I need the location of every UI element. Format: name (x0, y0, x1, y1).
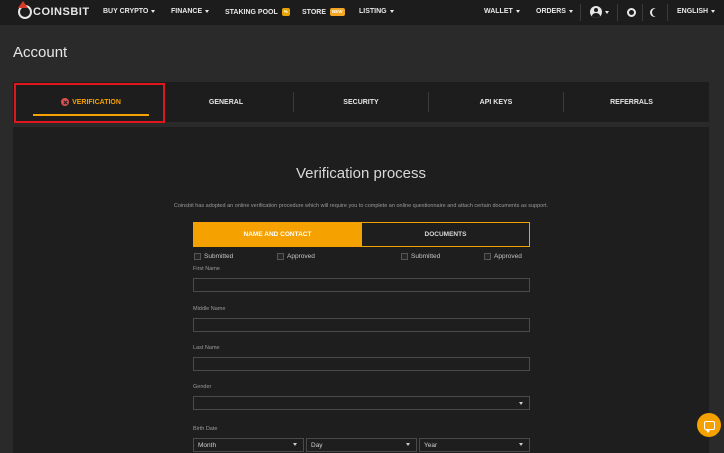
verification-panel: Verification process Coinsbit has adopte… (13, 127, 709, 453)
birth-year-value: Year (424, 441, 438, 449)
birth-date-label: Birth Date (193, 426, 218, 432)
logo[interactable]: COINSBIT (18, 1, 90, 19)
gender-select[interactable] (193, 396, 530, 410)
page-title: Account (13, 44, 68, 61)
highlight-box (14, 83, 165, 123)
first-name-input[interactable] (193, 278, 530, 292)
language-selector[interactable]: ENGLISH (677, 8, 716, 15)
birth-day-select[interactable]: Day (306, 438, 417, 452)
theme-toggle[interactable] (650, 8, 659, 17)
checkbox (484, 253, 491, 260)
nav-finance[interactable]: FINANCE (171, 8, 210, 15)
nav-listing[interactable]: LISTING (359, 8, 394, 15)
new-badge: NEW (330, 8, 345, 16)
chat-icon (703, 420, 715, 433)
chevron-down-icon (406, 443, 410, 446)
chevron-down-icon (519, 443, 523, 446)
tab-referrals-label: REFERRALS (610, 98, 653, 106)
status-label: Submitted (411, 253, 441, 260)
chat-button[interactable] (697, 413, 721, 437)
nav-staking-pool-label: STAKING POOL (225, 8, 278, 16)
chevron-down-icon (711, 10, 716, 13)
tab-api-keys-label: API KEYS (479, 98, 513, 106)
staking-badge: % (281, 8, 290, 16)
divider (642, 4, 643, 21)
birth-month-value: Month (198, 441, 217, 449)
status-submitted-1: Submitted (194, 253, 233, 260)
section-description: Coinsbit has adopted an online verificat… (173, 203, 549, 209)
last-name-label: Last Name (193, 345, 220, 351)
status-label: Approved (494, 253, 522, 260)
gender-label: Gender (193, 384, 212, 390)
user-menu[interactable] (590, 6, 609, 18)
verification-steps: NAME AND CONTACT DOCUMENTS (193, 222, 530, 247)
nav-buy-crypto-label: BUY CRYPTO (103, 8, 149, 15)
nav-listing-label: LISTING (359, 8, 387, 15)
chevron-down-icon (205, 10, 210, 13)
chevron-down-icon (151, 10, 156, 13)
tab-security[interactable]: SECURITY (294, 82, 428, 122)
user-icon (590, 6, 602, 18)
top-navigation: COINSBIT BUY CRYPTO FINANCE STAKING POOL… (0, 0, 724, 25)
nav-wallet-label: WALLET (484, 8, 513, 15)
chevron-down-icon (568, 10, 573, 13)
chevron-down-icon (519, 402, 523, 405)
chevron-down-icon (605, 10, 609, 14)
nav-orders[interactable]: ORDERS (536, 8, 573, 15)
nav-buy-crypto[interactable]: BUY CRYPTO (103, 8, 156, 15)
status-label: Approved (287, 253, 315, 260)
language-label: ENGLISH (677, 8, 709, 15)
birth-month-select[interactable]: Month (193, 438, 304, 452)
status-approved-1: Approved (277, 253, 315, 260)
nav-wallet[interactable]: WALLET (484, 8, 520, 15)
chevron-down-icon (515, 10, 520, 13)
tab-api-keys[interactable]: API KEYS (429, 82, 563, 122)
middle-name-label: Middle Name (193, 306, 226, 312)
last-name-input[interactable] (193, 357, 530, 371)
divider (580, 4, 581, 21)
checkbox (277, 253, 284, 260)
birth-year-select[interactable]: Year (419, 438, 530, 452)
section-title: Verification process (295, 165, 427, 182)
first-name-label: First Name (193, 266, 220, 272)
tab-general[interactable]: GENERAL (159, 82, 293, 122)
gear-icon (627, 8, 636, 17)
nav-store-label: STORE (302, 8, 326, 16)
nav-finance-label: FINANCE (171, 8, 203, 15)
checkbox (401, 253, 408, 260)
chevron-down-icon (389, 10, 394, 13)
status-submitted-2: Submitted (401, 253, 440, 260)
settings-button[interactable] (627, 8, 636, 17)
divider (667, 4, 668, 21)
tab-referrals[interactable]: REFERRALS (564, 82, 699, 122)
moon-icon (652, 8, 661, 17)
nav-store[interactable]: STORE NEW (302, 8, 345, 16)
chevron-down-icon (293, 443, 297, 446)
checkbox (194, 253, 201, 260)
logo-text: COINSBIT (33, 6, 90, 18)
tab-security-label: SECURITY (343, 98, 379, 106)
middle-name-input[interactable] (193, 318, 530, 332)
tab-general-label: GENERAL (208, 98, 244, 106)
status-label: Submitted (204, 253, 234, 260)
divider (617, 4, 618, 21)
step-documents[interactable]: DOCUMENTS (361, 223, 529, 246)
step-name-and-contact[interactable]: NAME AND CONTACT (194, 223, 361, 246)
birth-day-value: Day (311, 441, 323, 449)
logo-icon (18, 1, 32, 19)
status-approved-2: Approved (484, 253, 522, 260)
nav-orders-label: ORDERS (536, 8, 566, 15)
nav-staking-pool[interactable]: STAKING POOL% (225, 8, 290, 16)
